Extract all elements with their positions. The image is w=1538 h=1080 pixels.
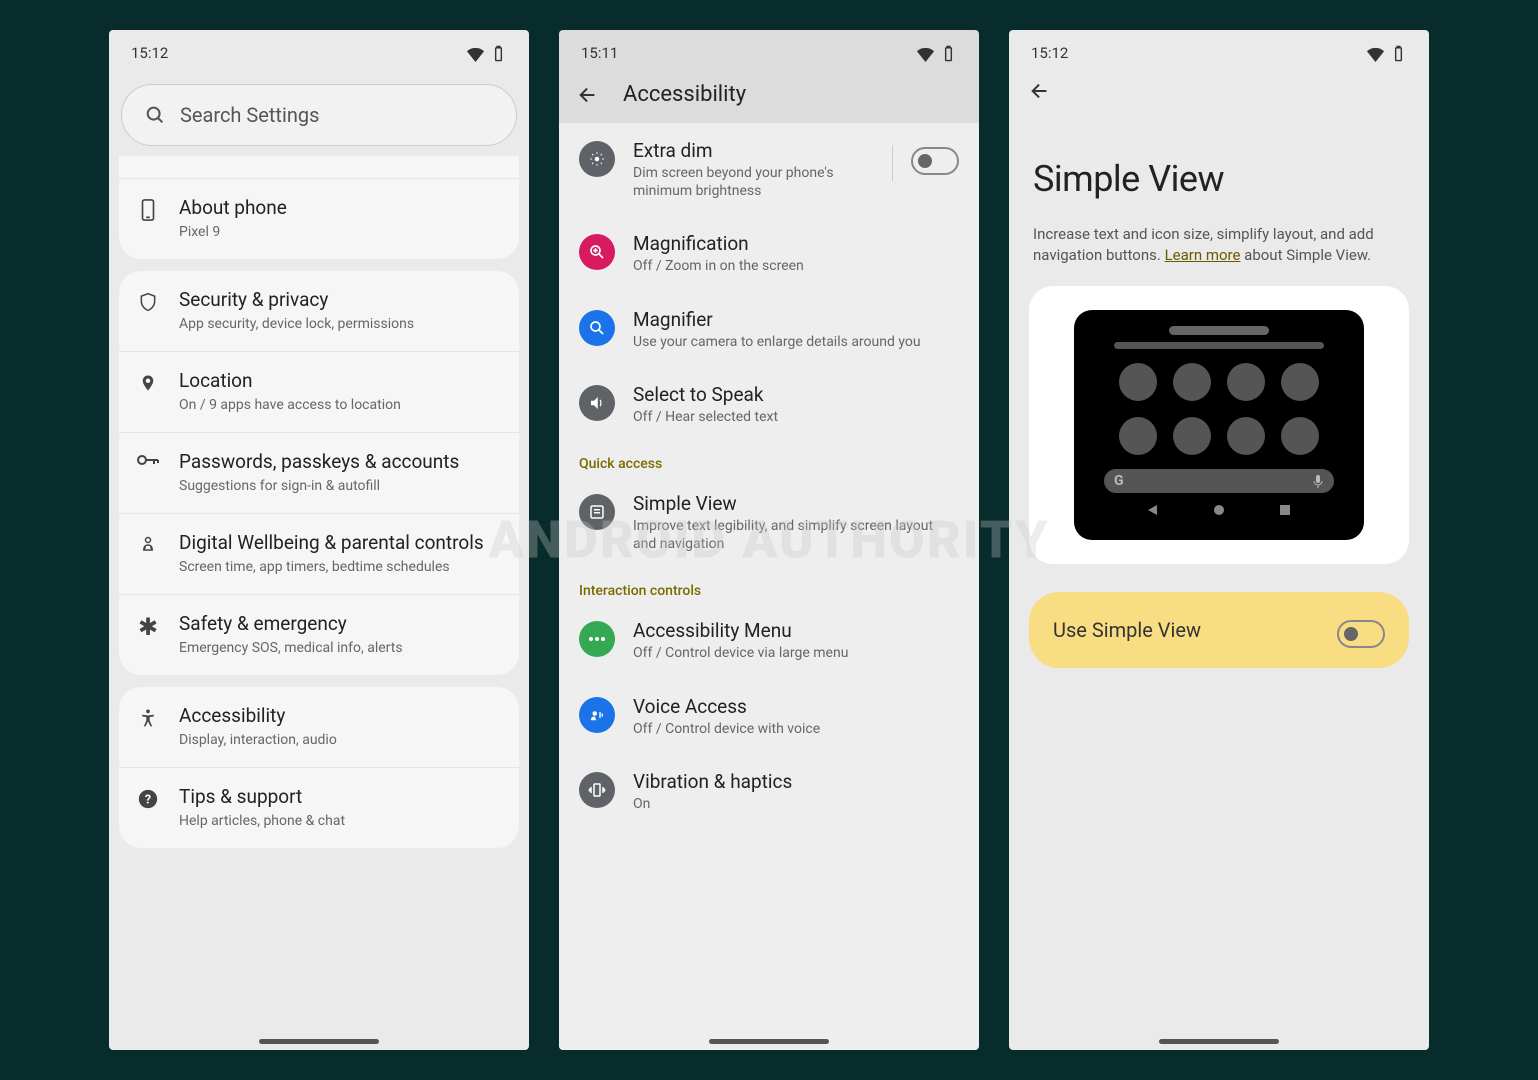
brightness-low-icon bbox=[579, 141, 615, 177]
a11y-item-vibration[interactable]: Vibration & haptics On bbox=[559, 754, 979, 829]
wifi-icon bbox=[917, 45, 934, 62]
a11y-item-magnifier[interactable]: Magnifier Use your camera to enlarge det… bbox=[559, 292, 979, 367]
settings-item-tips[interactable]: ? Tips & support Help articles, phone & … bbox=[119, 768, 519, 848]
magnifier-icon bbox=[579, 310, 615, 346]
gesture-nav-bar[interactable] bbox=[709, 1039, 829, 1044]
settings-item-passwords[interactable]: Passwords, passkeys & accounts Suggestio… bbox=[119, 433, 519, 514]
wellbeing-icon bbox=[138, 534, 158, 556]
settings-item-location[interactable]: Location On / 9 apps have access to loca… bbox=[119, 352, 519, 433]
search-placeholder: Search Settings bbox=[180, 103, 319, 127]
status-time: 15:12 bbox=[131, 44, 168, 62]
back-icon[interactable] bbox=[577, 84, 599, 106]
simple-view-screen: 15:12 Simple View Increase text and icon… bbox=[1009, 30, 1429, 1050]
settings-item-accessibility[interactable]: Accessibility Display, interaction, audi… bbox=[119, 687, 519, 768]
status-time: 15:11 bbox=[581, 44, 618, 62]
section-interaction-controls: Interaction controls bbox=[559, 569, 979, 603]
back-icon[interactable] bbox=[1029, 80, 1051, 102]
settings-item-security[interactable]: Security & privacy App security, device … bbox=[119, 271, 519, 352]
settings-main-screen: 15:12 Search Settings Languages, gesture… bbox=[109, 30, 529, 1050]
gear-icon bbox=[137, 156, 159, 160]
shield-icon bbox=[138, 291, 158, 313]
simple-view-icon bbox=[579, 494, 615, 530]
extra-dim-toggle[interactable] bbox=[911, 147, 959, 175]
simple-view-description: Increase text and icon size, simplify la… bbox=[1009, 224, 1429, 286]
app-bar: Accessibility bbox=[559, 68, 979, 123]
voice-icon bbox=[579, 697, 615, 733]
use-simple-view-toggle[interactable] bbox=[1337, 620, 1385, 648]
settings-item-about[interactable]: About phone Pixel 9 bbox=[119, 179, 519, 259]
a11y-item-simple-view[interactable]: Simple View Improve text legibility, and… bbox=[559, 476, 979, 569]
speaker-icon bbox=[579, 385, 615, 421]
preview-home-screen: G bbox=[1074, 310, 1364, 540]
a11y-item-accessibility-menu[interactable]: Accessibility Menu Off / Control device … bbox=[559, 603, 979, 678]
nav-home-icon bbox=[1212, 503, 1226, 517]
settings-scroll[interactable]: Languages, gestures, time, backup About … bbox=[109, 156, 529, 1050]
a11y-item-voice-access[interactable]: Voice Access Off / Control device with v… bbox=[559, 679, 979, 754]
toggle-label: Use Simple View bbox=[1053, 618, 1201, 642]
a11y-item-select-to-speak[interactable]: Select to Speak Off / Hear selected text bbox=[559, 367, 979, 442]
status-bar: 15:12 bbox=[1009, 30, 1429, 68]
settings-item-safety[interactable]: ✱ Safety & emergency Emergency SOS, medi… bbox=[119, 595, 519, 675]
page-title: Accessibility bbox=[623, 82, 746, 107]
status-bar: 15:12 bbox=[109, 30, 529, 68]
svg-text:?: ? bbox=[145, 792, 151, 807]
accessibility-screen: 15:11 Accessibility Extra dim Dim screen… bbox=[559, 30, 979, 1050]
settings-item-wellbeing[interactable]: Digital Wellbeing & parental controls Sc… bbox=[119, 514, 519, 595]
phone-info-icon bbox=[141, 199, 155, 221]
key-icon bbox=[136, 453, 160, 467]
a11y-scroll[interactable]: Extra dim Dim screen beyond your phone's… bbox=[559, 123, 979, 1050]
help-icon: ? bbox=[137, 788, 159, 810]
battery-icon bbox=[490, 45, 507, 62]
zoom-in-icon bbox=[579, 234, 615, 270]
page-title: Simple View bbox=[1009, 110, 1429, 224]
battery-icon bbox=[940, 45, 957, 62]
asterisk-icon: ✱ bbox=[138, 615, 158, 639]
accessibility-icon bbox=[138, 707, 158, 729]
gesture-nav-bar[interactable] bbox=[1159, 1039, 1279, 1044]
battery-icon bbox=[1390, 45, 1407, 62]
search-settings[interactable]: Search Settings bbox=[121, 84, 517, 146]
vibration-icon bbox=[579, 772, 615, 808]
location-icon bbox=[139, 372, 157, 394]
status-time: 15:12 bbox=[1031, 44, 1068, 62]
search-icon bbox=[144, 104, 166, 126]
section-quick-access: Quick access bbox=[559, 442, 979, 476]
nav-back-icon bbox=[1146, 503, 1160, 517]
mic-icon bbox=[1312, 474, 1324, 488]
a11y-item-magnification[interactable]: Magnification Off / Zoom in on the scree… bbox=[559, 216, 979, 291]
use-simple-view-toggle-row[interactable]: Use Simple View bbox=[1029, 592, 1409, 668]
menu-dots-icon bbox=[579, 621, 615, 657]
settings-item-system[interactable]: Languages, gestures, time, backup bbox=[119, 156, 519, 179]
wifi-icon bbox=[467, 45, 484, 62]
nav-recent-icon bbox=[1278, 503, 1292, 517]
simple-view-preview: G bbox=[1029, 286, 1409, 564]
wifi-icon bbox=[1367, 45, 1384, 62]
status-bar: 15:11 bbox=[559, 30, 979, 68]
gesture-nav-bar[interactable] bbox=[259, 1039, 379, 1044]
a11y-item-extra-dim[interactable]: Extra dim Dim screen beyond your phone's… bbox=[559, 123, 979, 216]
learn-more-link[interactable]: Learn more bbox=[1165, 246, 1241, 264]
